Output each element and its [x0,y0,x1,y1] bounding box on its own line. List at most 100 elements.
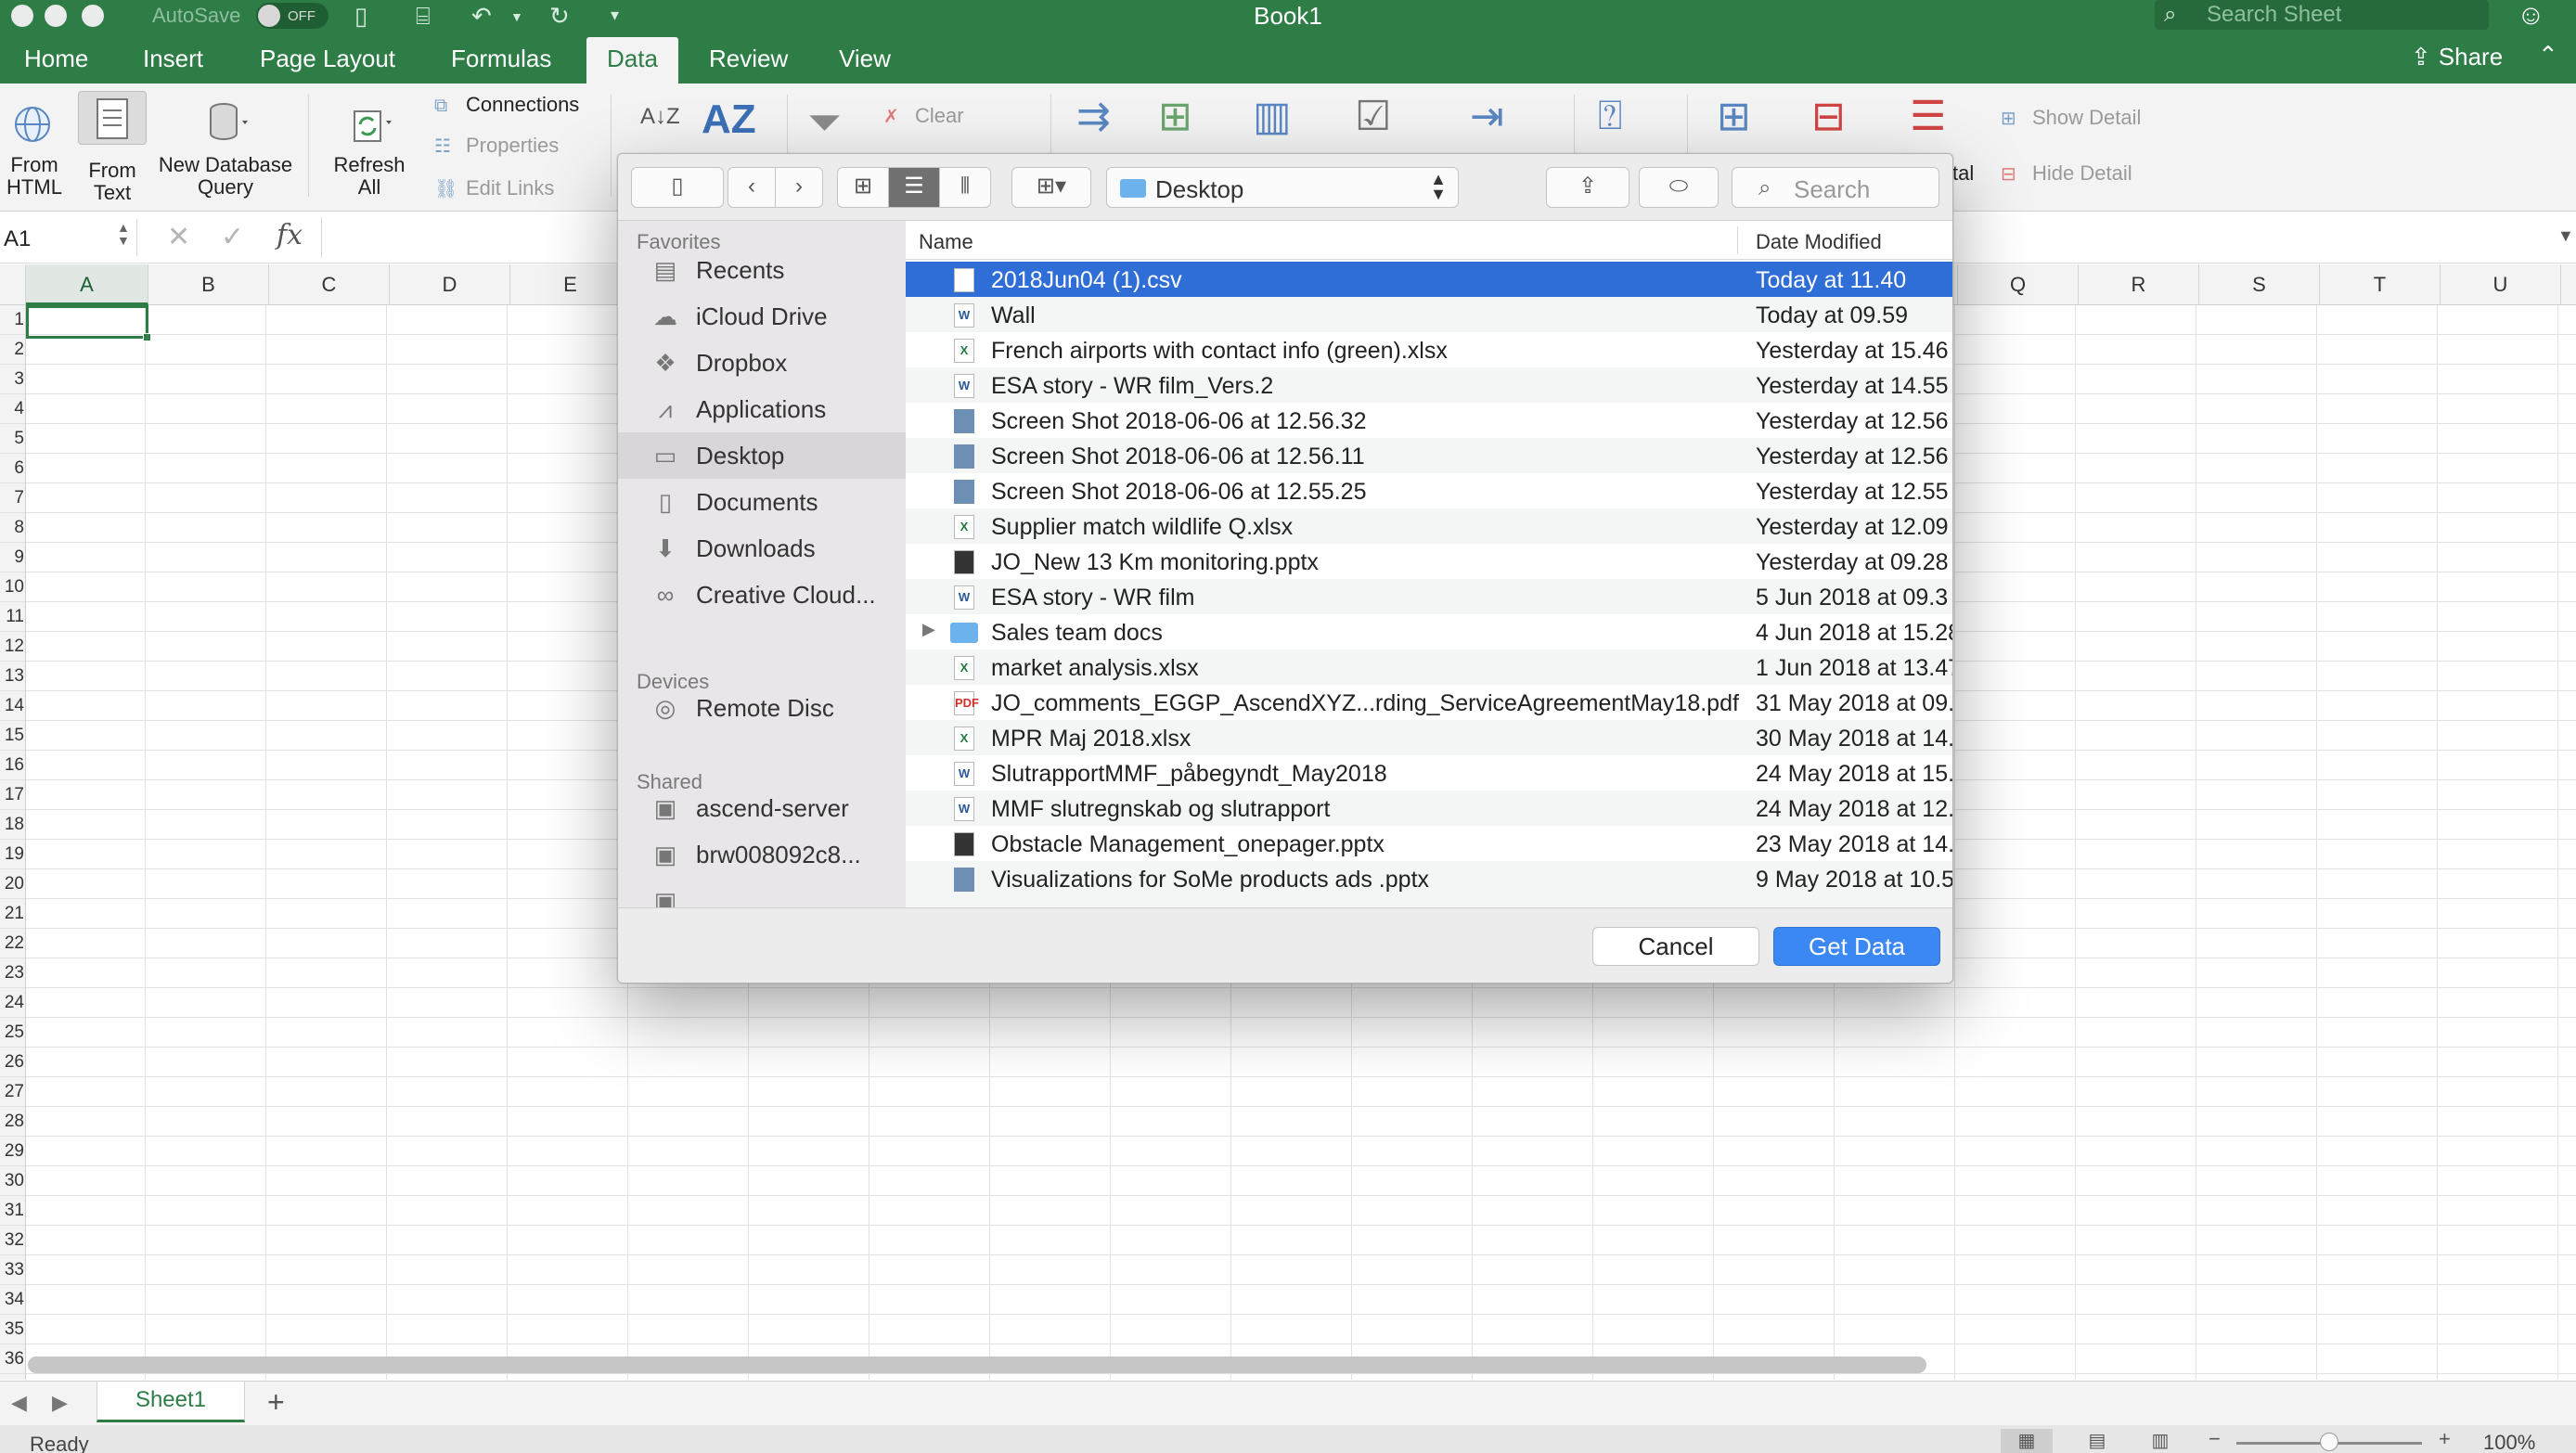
row-header[interactable]: 3 [0,365,25,394]
data-validation-icon[interactable]: ☑ [1355,93,1391,140]
from-html-button[interactable]: From HTML [2,96,67,199]
get-data-button[interactable]: Get Data [1773,927,1940,966]
row-header[interactable]: 36 [0,1344,25,1374]
next-sheet-icon[interactable]: ▶ [52,1391,68,1415]
normal-view-icon[interactable]: ▦ [2001,1429,2053,1453]
column-header-a[interactable]: A [26,264,148,305]
refresh-all-button[interactable]: Refresh All [325,96,414,199]
sidebar-item-creative-cloud[interactable]: ∞ Creative Cloud... [618,572,906,618]
sidebar-item-ascend-server[interactable]: ▣ ascend-server [618,785,906,831]
icon-view-button[interactable]: ⊞ [837,167,889,208]
new-database-query-button[interactable]: New Database Query [156,96,295,199]
page-break-view-icon[interactable]: ▥ [2134,1429,2186,1453]
feedback-smiley-icon[interactable]: ☺ [2517,0,2545,32]
page-layout-view-icon[interactable]: ▤ [2071,1429,2123,1453]
row-header[interactable]: 9 [0,543,25,572]
row-header[interactable]: 30 [0,1166,25,1196]
row-header[interactable]: 22 [0,929,25,958]
row-header[interactable]: 35 [0,1315,25,1344]
row-header[interactable]: 33 [0,1255,25,1285]
tab-view[interactable]: View [839,45,891,73]
file-row[interactable]: X French airports with contact info (gree… [906,332,1952,367]
disclosure-triangle-icon[interactable]: ▶ [922,620,935,639]
file-row[interactable]: ▶ Sales team docs 4 Jun 2018 at 15.28 [906,614,1952,649]
dialog-search-input[interactable]: ⌕ Search [1732,167,1939,208]
row-header[interactable]: 21 [0,899,25,929]
column-header-d[interactable]: D [390,264,510,305]
list-view-button[interactable]: ☰ [888,167,940,208]
file-row[interactable]: Xmarket analysis.xlsx 1 Jun 2018 at 13.47 [906,649,1952,685]
row-header[interactable]: 31 [0,1196,25,1226]
file-row[interactable]: Obstacle Management_onepager.pptx 23 May … [906,826,1952,861]
clear-filter-button[interactable]: ✗ Clear [883,104,964,128]
row-header[interactable]: 10 [0,572,25,602]
fill-handle[interactable] [143,333,151,341]
file-row[interactable]: W MMF slutregnskab og slutrapport 24 May 2… [906,791,1952,826]
ungroup-icon[interactable]: ⊟ [1811,93,1846,140]
row-header[interactable]: 13 [0,662,25,691]
subtotal-icon[interactable]: ☰ [1910,93,1946,140]
column-header-b[interactable]: B [148,264,269,305]
row-header[interactable]: 20 [0,869,25,899]
sort-az-button[interactable]: A↓Z [640,104,680,130]
row-header[interactable]: 19 [0,840,25,869]
insert-function-icon[interactable]: fx [277,219,303,251]
row-header[interactable]: 5 [0,424,25,454]
sort-button[interactable]: AZ [702,96,756,143]
row-header[interactable]: 14 [0,691,25,721]
sidebar-item-applications[interactable]: ⩘ Applications [618,386,906,432]
column-header-s[interactable]: S [2199,264,2320,305]
sidebar-item-recents[interactable]: ▤ Recents [618,247,906,293]
group-by-button[interactable]: ⊞▾ [1011,167,1091,208]
file-row[interactable]: X MPR Maj 2018.xlsx 30 May 2018 at 14. [906,720,1952,755]
file-row[interactable]: W SlutrapportMMF_påbegyndt_May2018 24 May … [906,755,1952,791]
file-row-partial[interactable] [906,896,1952,907]
file-row[interactable]: Screen Shot 2018-06-06 at 12.56.11 Yester… [906,438,1952,473]
file-row[interactable]: Visualizations for SoMe products ads .pp… [906,861,1952,896]
column-header-c[interactable]: C [269,264,390,305]
previous-sheet-icon[interactable]: ◀ [11,1391,27,1415]
column-view-button[interactable]: ⫴ [939,167,991,208]
add-sheet-icon[interactable]: + [267,1385,285,1420]
sidebar-item-desktop[interactable]: ▭ Desktop [618,432,906,479]
search-sheet-input[interactable]: ⌕ Search Sheet [2155,0,2489,30]
file-row[interactable]: W ESA story - WR film_Vers.2 Yesterday at … [906,367,1952,403]
row-header[interactable]: 34 [0,1285,25,1315]
row-header[interactable]: 15 [0,721,25,751]
tags-button[interactable]: ⬭ [1639,167,1719,208]
connections-button[interactable]: ⧉ Connections [434,93,579,117]
date-modified-column-header[interactable]: Date Modified [1756,230,1882,254]
filter-funnel-icon[interactable]: ⏷ [807,96,842,148]
consolidate-icon[interactable]: ⇥ [1470,93,1504,140]
row-header[interactable]: 2 [0,335,25,365]
confirm-entry-icon[interactable]: ✓ [221,221,244,253]
zoom-out-icon[interactable]: − [2209,1427,2221,1451]
sidebar-item-dropbox[interactable]: ❖ Dropbox [618,340,906,386]
tab-insert[interactable]: Insert [143,45,203,73]
column-header-t[interactable]: T [2320,264,2441,305]
row-header[interactable]: 16 [0,751,25,780]
row-header[interactable]: 7 [0,483,25,513]
cancel-button[interactable]: Cancel [1592,927,1759,966]
tab-home[interactable]: Home [24,45,88,73]
horizontal-scrollbar[interactable] [28,1357,1926,1373]
file-row[interactable]: PDF JO_comments_EGGP_AscendXYZ...rding_Se… [906,685,1952,720]
sheet-tab-sheet1[interactable]: Sheet1 [97,1382,245,1422]
properties-button[interactable]: ☷ Properties [434,134,559,158]
show-detail-button[interactable]: ⊞ Show Detail [2001,106,2141,130]
row-header[interactable]: 8 [0,513,25,543]
sidebar-item-brw-printer[interactable]: ▣ brw008092c8... [618,831,906,878]
tab-review[interactable]: Review [709,45,788,73]
location-popup[interactable]: Desktop ▲ ▼ [1106,167,1459,208]
collapse-ribbon-icon[interactable]: ⌃ [2538,41,2558,70]
file-row[interactable]: W Wall Today at 09.59 [906,297,1952,332]
sidebar-item-downloads[interactable]: ⬇ Downloads [618,525,906,572]
share-button-dialog[interactable]: ⇪ [1546,167,1629,208]
row-header[interactable]: 29 [0,1137,25,1166]
column-header-u[interactable]: U [2441,264,2561,305]
row-header[interactable]: 6 [0,454,25,483]
file-row[interactable]: Screen Shot 2018-06-06 at 12.55.25 Yester… [906,473,1952,508]
row-header[interactable]: 25 [0,1018,25,1048]
selected-cell-a1[interactable] [26,305,151,341]
hide-detail-button[interactable]: ⊟ Hide Detail [2001,161,2132,186]
